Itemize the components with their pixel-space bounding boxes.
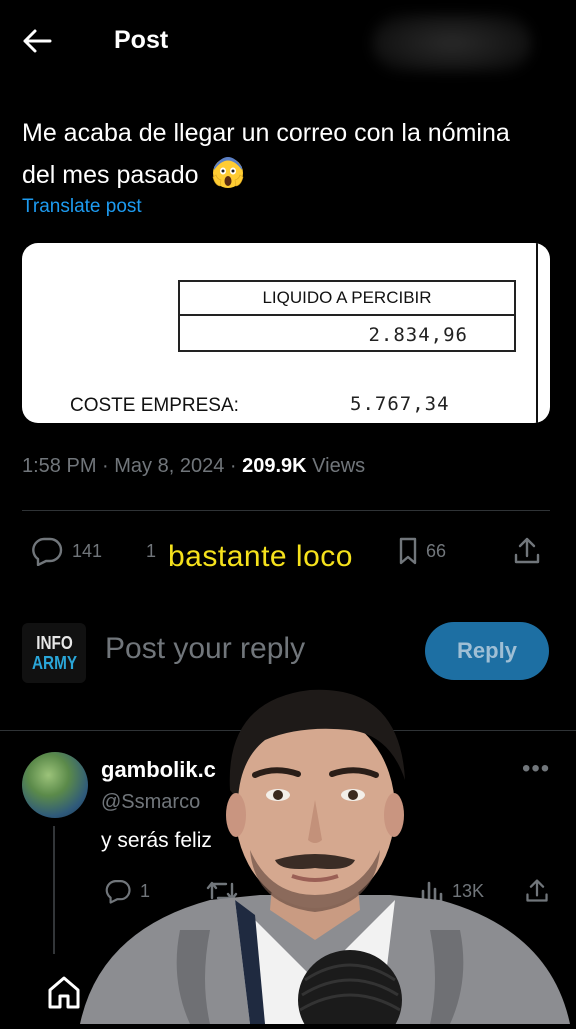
net-pay-label: LIQUIDO A PERCIBIR — [262, 288, 432, 307]
company-cost-value: 5.767,34 — [350, 393, 450, 415]
post-text: Me acaba de llegar un correo con la nómi… — [22, 119, 510, 189]
reply-action[interactable]: 141 — [30, 536, 102, 566]
repost-count: 1 — [146, 540, 157, 561]
post-image[interactable]: LIQUIDO A PERCIBIR 2.834,96 COSTE EMPRES… — [22, 243, 550, 423]
share-icon — [514, 537, 540, 564]
user-avatar[interactable]: INFO ARMY — [22, 623, 86, 683]
reply-button[interactable]: Reply — [425, 622, 549, 680]
avatar-text-bottom: ARMY — [31, 653, 77, 673]
company-cost-label: COSTE EMPRESA: — [70, 395, 239, 416]
document-edge-line — [536, 243, 538, 423]
translate-post-link[interactable]: Translate post — [22, 196, 142, 218]
avatar-text-top: INFO — [35, 633, 73, 653]
page-title: Post — [114, 26, 169, 54]
video-subtitle: bastante loco — [168, 540, 353, 573]
reply-count: 141 — [72, 540, 103, 561]
net-pay-box: LIQUIDO A PERCIBIR 2.834,96 — [178, 280, 516, 352]
blurred-region — [372, 14, 532, 72]
box-divider — [180, 314, 514, 316]
bookmark-count: 66 — [426, 540, 447, 561]
divider — [22, 510, 550, 511]
views-count: 209.9K — [242, 455, 307, 477]
presenter-video-overlay — [60, 680, 576, 1029]
views-label: Views — [306, 455, 366, 477]
bookmark-action[interactable]: 66 — [398, 536, 446, 566]
thread-line — [53, 826, 55, 954]
reply-input[interactable]: Post your reply — [105, 632, 305, 666]
post-meta: 1:58 PM · May 8, 2024 · 209.9K Views — [22, 455, 365, 478]
reply-icon — [32, 537, 63, 566]
net-pay-value: 2.834,96 — [368, 324, 468, 346]
post-timestamp: 1:58 PM · May 8, 2024 · — [22, 455, 243, 477]
back-arrow-icon[interactable] — [22, 28, 52, 54]
bookmark-icon — [399, 537, 417, 565]
post-body: Me acaba de llegar un correo con la nómi… — [22, 112, 542, 196]
scream-emoji-icon — [211, 155, 245, 189]
share-action[interactable] — [512, 536, 542, 566]
repost-action[interactable]: 1 — [146, 536, 156, 566]
